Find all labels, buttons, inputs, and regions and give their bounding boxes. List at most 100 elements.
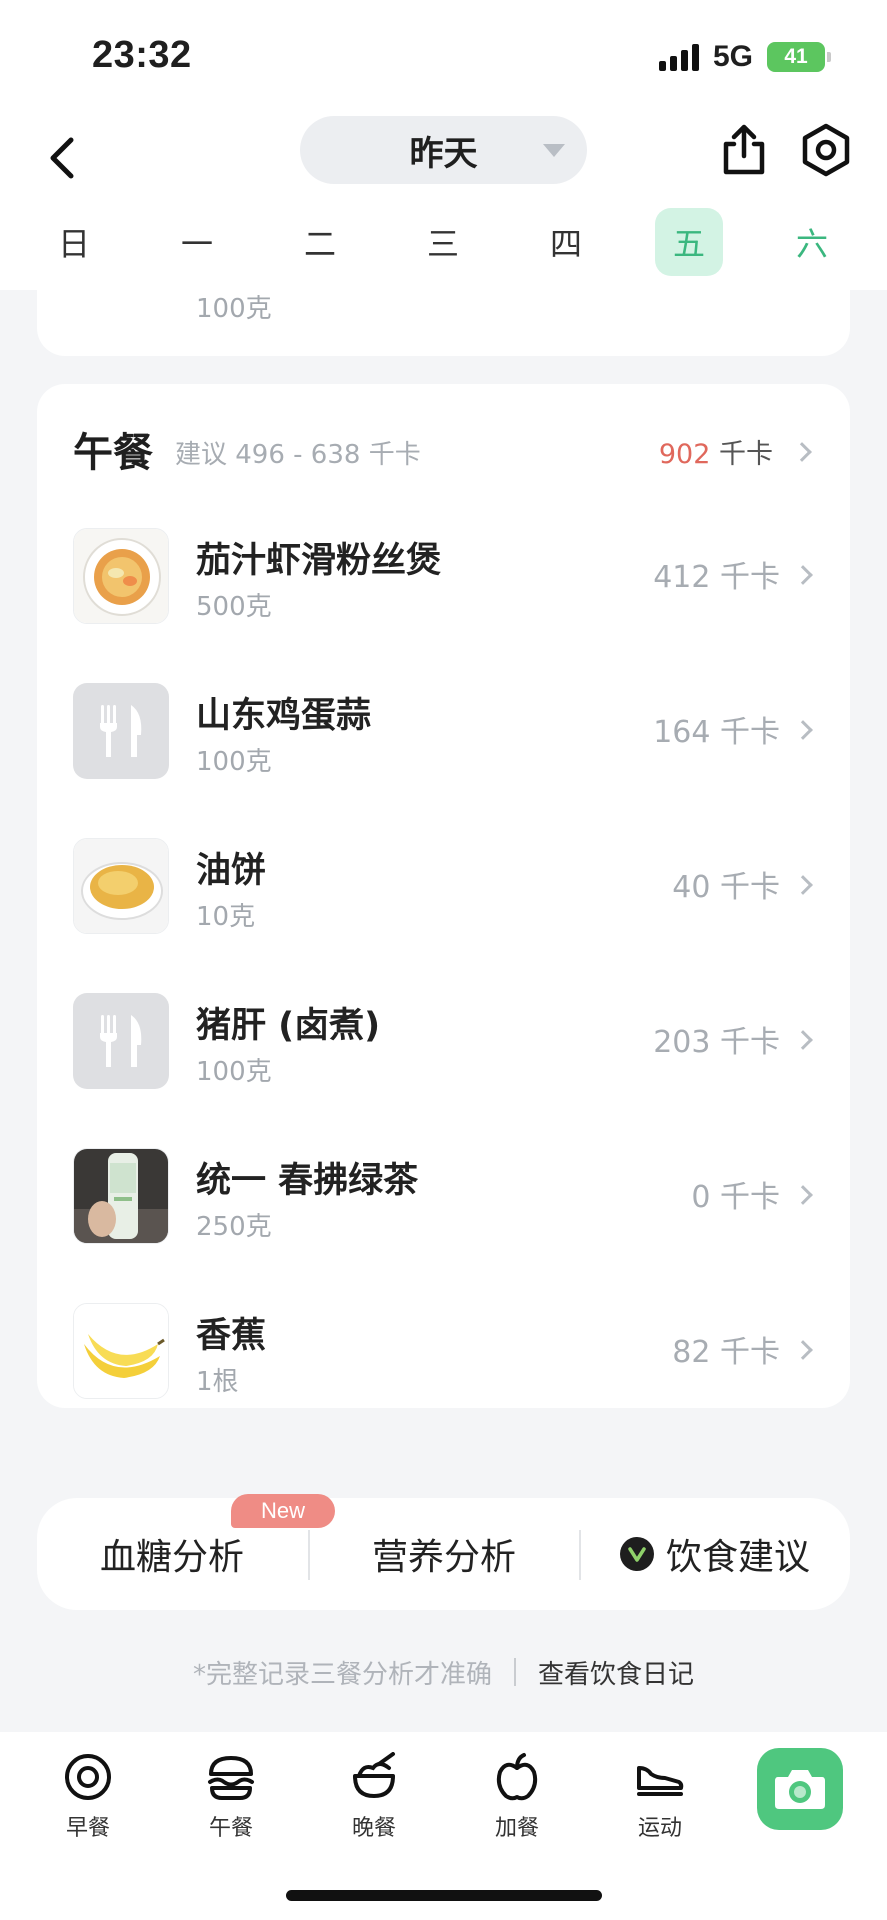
diet-advice-button[interactable]: 饮食建议 [580,1498,850,1610]
tab-exercise[interactable]: 运动 [610,1752,710,1852]
food-amount: 1根 [196,1367,239,1397]
food-thumbnail [73,838,169,934]
sneaker-icon [637,1766,684,1796]
blood-sugar-analysis-label: 血糖分析 [99,1537,244,1578]
food-item[interactable]: 香蕉 1根 82 千卡 [37,1279,850,1434]
tab-label: 加餐 [494,1816,539,1841]
tab-label: 晚餐 [351,1816,396,1841]
camera-button[interactable] [757,1748,843,1830]
food-calories: 412 千卡 [653,560,780,595]
battery-icon: 41 [767,42,831,72]
food-item[interactable]: 油饼 10克 40 千卡 [37,814,850,969]
banana-image [74,1304,168,1398]
weekday-sat[interactable]: 六 [778,208,846,276]
date-selector-label: 昨天 [409,133,478,174]
caret-down-icon [543,144,565,157]
tab-label: 运动 [637,1816,682,1841]
chevron-right-icon [793,1030,813,1050]
tab-snack[interactable]: 加餐 [467,1752,567,1852]
weekday-sun[interactable]: 日 [40,208,108,276]
lunch-card: 午餐 建议 496 - 638 千卡 902 千卡 茄汁虾滑粉丝煲 500克 4… [37,384,850,1408]
weekday-mon[interactable]: 一 [163,208,231,276]
food-name: 山东鸡蛋蒜 [196,696,372,736]
food-item[interactable]: 猪肝 (卤煮) 100克 203 千卡 [37,969,850,1124]
fried-cake-image [74,839,168,933]
weekday-tue[interactable]: 二 [286,208,354,276]
food-thumbnail [73,683,169,779]
tab-label: 早餐 [65,1816,110,1841]
food-calories: 40 千卡 [672,870,780,905]
back-button[interactable] [32,128,92,188]
tea-bottle-image [74,1149,168,1243]
diet-advice-label: 饮食建议 [665,1537,810,1578]
view-diary-link[interactable]: 查看饮食日记 [538,1654,694,1691]
nutrition-analysis-button[interactable]: 营养分析 [309,1498,579,1610]
home-indicator [286,1890,602,1901]
chevron-right-icon [793,1340,813,1360]
food-calories: 203 千卡 [653,1025,780,1060]
food-thumbnail [73,528,169,624]
fork-knife-icon [100,1015,142,1067]
tab-breakfast[interactable]: 早餐 [38,1752,138,1852]
weekday-fri[interactable]: 五 [655,208,723,276]
record-hint: *完整记录三餐分析才准确 [192,1659,492,1690]
food-name: 统一 春拂绿茶 [196,1161,419,1201]
breakfast-egg-icon [65,1754,111,1800]
food-calories: 0 千卡 [691,1180,780,1215]
meal-title: 午餐 [73,430,153,476]
food-amount: 500克 [196,592,272,622]
gear-icon [802,123,850,177]
food-thumbnail [73,1148,169,1244]
tab-dinner[interactable]: 晚餐 [324,1752,424,1852]
dish-bowl-image [74,529,168,623]
meal-total-calories: 902 千卡 [659,432,773,471]
calorie-suggestion: 建议 496 - 638 千卡 [175,440,421,470]
food-amount: 100克 [196,294,272,324]
food-thumbnail [73,1303,169,1399]
weekday-thu[interactable]: 四 [532,208,600,276]
food-calories: 164 千卡 [653,715,780,750]
tab-label: 午餐 [208,1816,253,1841]
chevron-right-icon [793,875,813,895]
status-time: 23:32 [92,34,192,76]
food-name: 香蕉 [196,1316,267,1356]
food-name: 茄汁虾滑粉丝煲 [196,541,442,581]
meal-total-unit: 千卡 [719,439,773,470]
status-bar: 23:32 5G 41 [0,0,887,110]
chevron-right-icon [793,565,813,585]
tab-lunch[interactable]: 午餐 [181,1752,281,1852]
lunch-header[interactable]: 午餐 建议 496 - 638 千卡 902 千卡 [73,420,817,480]
network-type: 5G [712,40,753,73]
rice-bowl-icon [353,1752,395,1798]
food-amount: 250克 [196,1212,272,1242]
camera-icon [775,1770,825,1809]
food-amount: 100克 [196,1057,272,1087]
date-selector[interactable]: 昨天 [300,116,587,184]
note-row: *完整记录三餐分析才准确 查看饮食日记 [0,1652,887,1692]
food-calories: 82 千卡 [672,1335,780,1370]
weekday-selector: 日 一 二 三 四 五 六 [0,206,887,290]
battery-level: 41 [784,45,808,68]
signal-icon [658,43,699,71]
chevron-right-icon [792,442,812,462]
status-indicators: 5G 41 [658,40,831,74]
food-amount: 10克 [196,902,256,932]
share-icon [723,124,765,175]
food-thumbnail [73,993,169,1089]
chevron-left-icon [50,137,74,179]
settings-button[interactable] [796,120,856,180]
food-item[interactable]: 山东鸡蛋蒜 100克 164 千卡 [37,659,850,814]
analysis-bar: 血糖分析 New 营养分析 饮食建议 [37,1494,850,1610]
divider [514,1658,516,1686]
chevron-right-icon [793,1185,813,1205]
burger-icon [208,1756,254,1800]
weekday-wed[interactable]: 三 [409,208,477,276]
share-button[interactable] [716,120,772,180]
food-item[interactable]: 统一 春拂绿茶 250克 0 千卡 [37,1124,850,1279]
meal-total-value: 902 [658,439,711,470]
food-item[interactable]: 茄汁虾滑粉丝煲 500克 412 千卡 [37,504,850,659]
apple-icon [496,1753,538,1801]
nutrition-analysis-label: 营养分析 [371,1537,516,1578]
food-name: 油饼 [196,851,267,891]
v-logo-icon [619,1537,654,1571]
